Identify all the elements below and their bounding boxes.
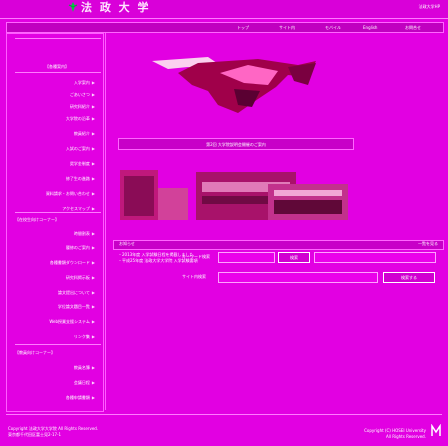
hero-campus-image[interactable]: [148, 55, 318, 117]
nav-item-english[interactable]: English: [363, 25, 377, 30]
sidebar-item[interactable]: リンク集 ▶: [74, 334, 95, 339]
site-search-button[interactable]: 検索する: [383, 272, 435, 283]
news-title: お知らせ: [119, 241, 135, 246]
sidebar-section-title: 【在校生向けコーナー】: [15, 217, 59, 222]
site-logo[interactable]: 法 政 大 学: [68, 0, 151, 14]
sidebar-divider: [15, 38, 101, 39]
university-home-link[interactable]: 法政大学HP: [419, 4, 440, 9]
sidebar-item[interactable]: 研究科紹介 ▶: [70, 104, 95, 109]
keyword-search-extra-input[interactable]: [314, 252, 436, 263]
event-banner[interactable]: 第2回 大学院説明会開催のご案内: [118, 138, 354, 150]
sidebar-section-title: 【教員向けコーナー】: [15, 350, 55, 355]
sidebar: 【各種案内】 入学案内 ▶ ごあいさつ ▶ 研究科紹介 ▶ 大学院の沿革 ▶ 教員紹介 ▶…: [6, 33, 104, 412]
sidebar-item[interactable]: 奨学金制度 ▶: [70, 161, 95, 166]
sidebar-item[interactable]: 修了生の進路 ▶: [66, 176, 95, 181]
global-nav: トップ サイト内 モバイル English お問合せ: [6, 22, 444, 33]
news-more-link[interactable]: 一覧を見る: [418, 241, 438, 246]
sidebar-item[interactable]: 各種申請書類 ▶: [66, 395, 95, 400]
footer-address: 東京都千代田区富士見2-17-1: [8, 432, 62, 437]
sidebar-divider: [15, 212, 101, 213]
event-banner-text: 第2回 大学院説明会開催のご案内: [206, 141, 266, 147]
building-photo[interactable]: [118, 168, 351, 222]
site-search-label: サイト内検索: [182, 274, 206, 279]
sidebar-item[interactable]: 各種書類ダウンロード ▶: [50, 260, 95, 265]
footer-logo-icon[interactable]: [430, 424, 442, 438]
nav-item-sitemap[interactable]: サイト内: [279, 25, 295, 30]
sidebar-item[interactable]: 大学院の沿革 ▶: [66, 116, 95, 121]
university-emblem-icon: [68, 1, 78, 12]
sidebar-section-title: 【各種案内】: [45, 64, 69, 69]
nav-item-top[interactable]: トップ: [237, 25, 249, 30]
footer-rights: All Rights Reserved.: [385, 434, 426, 439]
sidebar-item[interactable]: 資料請求・お問い合わせ ▶: [46, 191, 95, 196]
sidebar-divider: [15, 72, 101, 73]
sidebar-item[interactable]: アクセスマップ ▶: [62, 206, 95, 211]
sidebar-item[interactable]: 履修のご案内 ▶: [66, 245, 95, 250]
sidebar-item[interactable]: ごあいさつ ▶: [70, 92, 95, 97]
site-search-row: サイト内検索 検索する: [118, 271, 440, 283]
sidebar-item[interactable]: 研究科掲示板 ▶: [66, 275, 95, 280]
sidebar-item[interactable]: 時間割表 ▶: [74, 231, 95, 236]
sidebar-item[interactable]: 入試のご案内 ▶: [66, 146, 95, 151]
sidebar-item[interactable]: Web授業支援システム ▶: [49, 319, 95, 324]
sidebar-item[interactable]: 教員名簿 ▶: [74, 365, 95, 370]
sidebar-item[interactable]: 学位論文題目一覧 ▶: [58, 304, 95, 309]
header-divider: [0, 18, 448, 19]
logo-text: 法 政 大 学: [81, 0, 151, 14]
site-search-input[interactable]: [218, 272, 378, 283]
keyword-search-row: キーワード検索 検索: [118, 251, 440, 263]
sidebar-item[interactable]: 入学案内 ▶: [74, 80, 95, 85]
sidebar-item[interactable]: 教員紹介 ▶: [74, 131, 95, 136]
keyword-search-input[interactable]: [218, 252, 275, 263]
footer-copyright: Copyright 法政大学大学院 All Rights Reserved.: [8, 426, 99, 431]
sidebar-item[interactable]: 会議日程 ▶: [74, 380, 95, 385]
nav-item-mobile[interactable]: モバイル: [325, 25, 341, 30]
keyword-search-label: キーワード検索: [182, 254, 210, 259]
keyword-search-button[interactable]: 検索: [278, 252, 310, 263]
nav-item-contact[interactable]: お問合せ: [405, 25, 421, 30]
footer-divider: [6, 414, 442, 415]
sidebar-item[interactable]: 論文提出について ▶: [58, 290, 95, 295]
footer-copyright-right: Copyright (C) HOSEI University: [364, 428, 426, 433]
news-header-bar: [113, 240, 444, 250]
sidebar-divider: [15, 344, 101, 345]
